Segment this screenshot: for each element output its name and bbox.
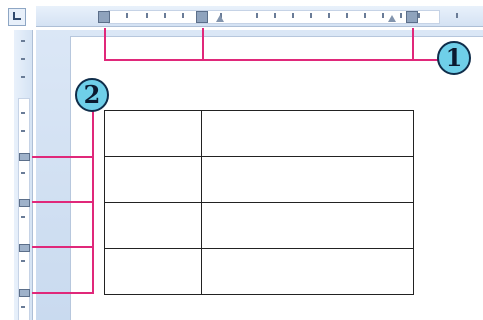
vertical-ruler[interactable] (14, 30, 33, 320)
callout-2-leader (32, 246, 94, 248)
table-border-top (104, 110, 414, 111)
table-border-bottom (104, 294, 414, 295)
ruler-tick (21, 130, 25, 132)
table-row-marker-icon[interactable] (19, 199, 30, 207)
ruler-tick (164, 13, 166, 18)
callout-2-leader (32, 156, 94, 158)
table-column-marker-icon[interactable] (406, 11, 418, 23)
document-table[interactable] (104, 110, 414, 295)
callout-1-number: 1 (445, 43, 463, 72)
ruler-tick (21, 306, 25, 308)
left-tab-icon (13, 12, 21, 20)
table-column-marker-icon[interactable] (98, 11, 110, 23)
table-border-left (104, 110, 105, 295)
ruler-tick (182, 13, 184, 18)
ruler-tick (274, 13, 276, 18)
table-row-border[interactable] (104, 248, 414, 249)
ruler-tick (21, 58, 25, 60)
callout-2-number: 2 (83, 80, 101, 109)
callout-1-leader (202, 28, 204, 60)
callout-2-leader (32, 292, 94, 294)
ruler-tick (21, 112, 25, 114)
callout-1-bracket (104, 59, 439, 61)
indent-marker-icon[interactable] (216, 15, 224, 22)
table-row-marker-icon[interactable] (19, 153, 30, 161)
horizontal-ruler[interactable] (36, 6, 483, 27)
callout-2-leader (32, 201, 94, 203)
ruler-tick (382, 13, 384, 18)
tab-stop-selector-icon[interactable] (8, 8, 26, 26)
ruler-tick (21, 260, 25, 262)
ruler-tick (328, 13, 330, 18)
ruler-tick (256, 13, 258, 18)
ruler-tick (346, 13, 348, 18)
table-column-border[interactable] (201, 110, 202, 295)
indent-marker-icon[interactable] (388, 15, 396, 22)
callout-1-badge: 1 (437, 41, 471, 75)
word-document-window: 1 2 (0, 0, 483, 320)
ruler-tick (400, 13, 402, 18)
table-column-marker-icon[interactable] (196, 11, 208, 23)
ruler-tick (292, 13, 294, 18)
callout-1-leader (412, 28, 414, 60)
callout-2-badge: 2 (75, 78, 109, 112)
ruler-tick (310, 13, 312, 18)
ruler-tick (21, 76, 25, 78)
table-border-right (413, 110, 414, 295)
table-row-border[interactable] (104, 156, 414, 157)
ruler-tick (146, 13, 148, 18)
ruler-tick (21, 172, 25, 174)
callout-1-leader (104, 28, 106, 60)
table-row-marker-icon[interactable] (19, 244, 30, 252)
ruler-tick (364, 13, 366, 18)
ruler-tick (418, 13, 420, 18)
table-row-border[interactable] (104, 202, 414, 203)
ruler-tick (126, 13, 128, 18)
ruler-tick (456, 13, 458, 18)
table-row-marker-icon[interactable] (19, 289, 30, 297)
ruler-tick (21, 216, 25, 218)
ruler-tick (21, 40, 25, 42)
